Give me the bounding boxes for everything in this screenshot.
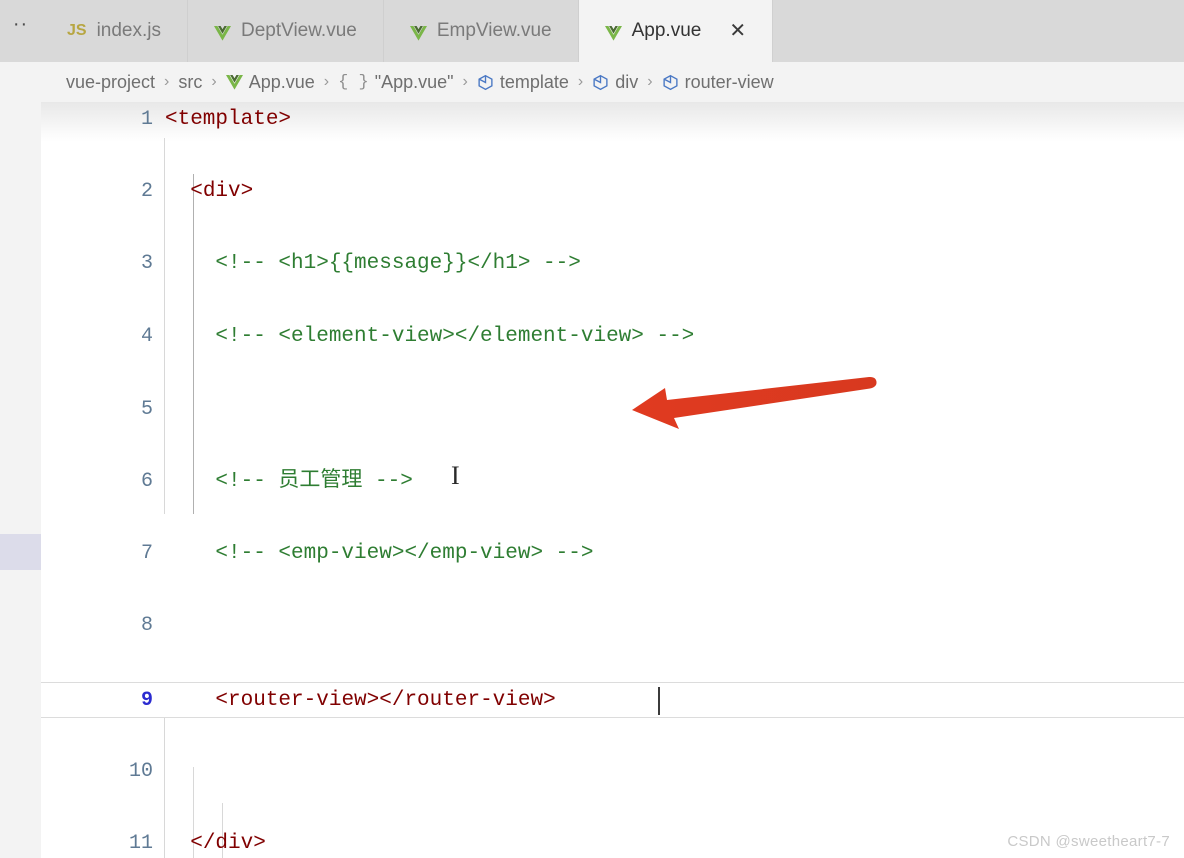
breadcrumb: vue-project › src › App.vue › { } "App.v…	[41, 62, 1184, 102]
breadcrumb-label: template	[499, 71, 569, 92]
breadcrumb-separator: ›	[211, 73, 217, 90]
code-line[interactable]: 3 <!-- <h1>{{message}}</h1> -->	[41, 246, 1184, 282]
line-number: 9	[140, 688, 153, 712]
line-number: 4	[140, 324, 153, 348]
symbol-field-icon	[477, 74, 494, 91]
mouse-ibeam-cursor: I	[451, 461, 460, 490]
code-line[interactable]: 5	[41, 392, 1184, 428]
symbol-field-icon	[662, 74, 679, 91]
js-file-icon: JS	[67, 22, 87, 39]
vscode-window: ·· JS index.js DeptView.vue EmpView.vue …	[0, 0, 1184, 858]
vue-file-icon	[409, 25, 427, 41]
breadcrumb-item-div[interactable]: div	[592, 72, 638, 93]
tab-label: App.vue	[631, 20, 702, 41]
breadcrumb-item-app-vue-symbol[interactable]: { } "App.vue"	[338, 72, 453, 93]
breadcrumb-label: src	[178, 71, 203, 92]
breadcrumb-item-src[interactable]: src	[178, 72, 202, 93]
vue-file-icon	[604, 25, 622, 41]
breadcrumb-label: div	[615, 71, 639, 92]
code-line[interactable]: 6 <!-- 员工管理 -->	[41, 464, 1184, 500]
tab-label: EmpView.vue	[436, 20, 552, 41]
line-number: 1	[140, 108, 153, 131]
breadcrumb-separator: ›	[164, 73, 170, 90]
line-content: <!-- 员工管理 -->	[165, 469, 413, 493]
editor-left-strip: ··	[0, 0, 42, 858]
symbol-field-icon	[592, 74, 609, 91]
line-number: 3	[140, 252, 153, 276]
breadcrumb-label: App.vue	[248, 71, 315, 92]
breadcrumb-separator: ›	[462, 73, 468, 90]
close-icon[interactable]: ✕	[729, 21, 746, 41]
line-number: 6	[140, 469, 153, 493]
editor-tab-bar: JS index.js DeptView.vue EmpView.vue App…	[41, 0, 1184, 62]
line-number: 8	[140, 614, 153, 638]
line-content: </div>	[190, 831, 266, 855]
code-line[interactable]: 7 <!-- <emp-view></emp-view> -->	[41, 536, 1184, 572]
line-number: 10	[128, 759, 153, 783]
line-number: 11	[128, 831, 153, 855]
code-line[interactable]: 1 <template>	[41, 102, 1184, 138]
csdn-watermark: CSDN @sweetheart7-7	[1007, 833, 1170, 850]
line-number: 5	[140, 397, 153, 421]
text-cursor-caret	[658, 686, 660, 715]
breadcrumb-separator: ›	[647, 73, 653, 90]
code-line[interactable]: 8	[41, 608, 1184, 644]
code-line-active[interactable]: 9 <router-view></router-view>	[41, 681, 1184, 718]
code-line[interactable]: 10	[41, 754, 1184, 790]
line-number: 2	[140, 180, 153, 204]
code-editor[interactable]: 1 <template> 2 <div> 3 <!-- <h1>{{messag…	[41, 102, 1184, 858]
breadcrumb-label: vue-project	[66, 71, 156, 92]
line-content: <router-view></router-view>	[215, 688, 556, 712]
breadcrumb-item-app-vue[interactable]: App.vue	[225, 71, 315, 93]
line-content: <!-- <element-view></element-view> -->	[165, 324, 695, 348]
code-lines[interactable]: 1 <template> 2 <div> 3 <!-- <h1>{{messag…	[41, 102, 1184, 858]
breadcrumb-separator: ›	[577, 73, 584, 90]
tab-empview-vue[interactable]: EmpView.vue	[384, 0, 579, 62]
vue-file-icon	[214, 25, 231, 41]
line-content: <template>	[165, 108, 292, 131]
more-tabs-ellipsis-icon[interactable]: ··	[0, 0, 41, 62]
tab-label: DeptView.vue	[241, 20, 357, 41]
code-line[interactable]: 4 <!-- <element-view></element-view> -->	[41, 319, 1184, 355]
breadcrumb-item-router-view[interactable]: router-view	[662, 72, 774, 93]
line-content: <!-- <h1>{{message}}</h1> -->	[165, 252, 581, 276]
tab-deptview-vue[interactable]: DeptView.vue	[188, 0, 384, 62]
breadcrumb-item-vue-project[interactable]: vue-project	[66, 72, 155, 93]
code-line[interactable]: 2 <div>	[41, 174, 1184, 210]
tab-index-js[interactable]: JS index.js	[41, 0, 188, 62]
line-number: 7	[140, 542, 153, 566]
breadcrumb-label: "App.vue"	[374, 71, 454, 92]
breadcrumb-label: router-view	[684, 71, 774, 92]
object-braces-icon: { }	[338, 72, 369, 92]
minimap-highlight-block[interactable]	[0, 534, 41, 570]
vue-file-icon	[225, 74, 243, 90]
line-content: <div>	[190, 180, 254, 204]
breadcrumb-item-template[interactable]: template	[477, 72, 569, 93]
tab-app-vue[interactable]: App.vue ✕	[578, 0, 774, 62]
breadcrumb-separator: ›	[323, 73, 330, 90]
tab-label: index.js	[96, 20, 161, 41]
line-content: <!-- <emp-view></emp-view> -->	[165, 542, 594, 566]
